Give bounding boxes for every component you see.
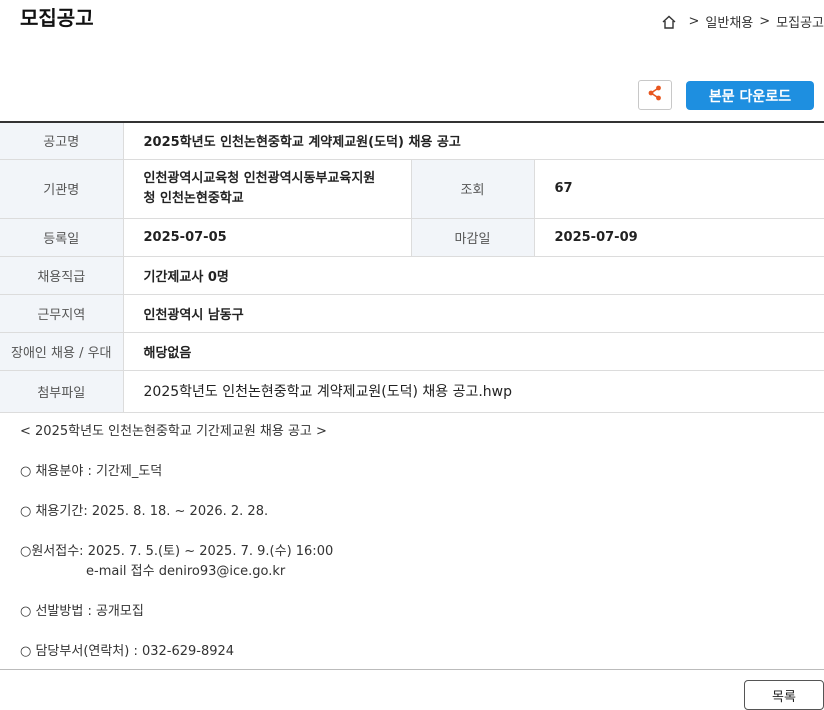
attachment-link[interactable]: 2025학년도 인천논현중학교 계약제교원(도덕) 채용 공고.hwp [123,370,824,413]
deadline-label: 마감일 [410,218,535,257]
org-label: 기관명 [0,159,124,219]
deadline-value: 2025-07-09 [534,218,824,257]
content-contact: ○ 담당부서(연락처) : 032-629-8924 [20,644,235,659]
table-row: 채용직급 기간제교사 0명 [0,256,824,295]
table-row: 기관명 인천광역시교육청 인천광역시동부교육지원 청 인천논현중학교 조회 67 [0,159,824,219]
table-row: 공고명 2025학년도 인천논현중학교 계약제교원(도덕) 채용 공고 [0,122,824,160]
disabled-label: 장애인 채용 / 우대 [0,332,124,371]
divider [0,669,824,670]
table-row: 근무지역 인천광역시 남동구 [0,294,824,333]
rank-value: 기간제교사 0명 [123,256,824,295]
reg-date-label: 등록일 [0,218,124,257]
reg-date-value: 2025-07-05 [123,218,411,257]
page-title: 모집공고 [20,6,94,30]
breadcrumb-separator: > [759,14,771,29]
org-value: 인천광역시교육청 인천광역시동부교육지원 청 인천논현중학교 [123,159,411,219]
region-value: 인천광역시 남동구 [123,294,824,333]
org-value-line2: 청 인천논현중학교 [143,190,244,206]
content-period: ○ 채용기간: 2025. 8. 18. ~ 2026. 2. 28. [20,504,269,519]
content-field: ○ 채용분야 : 기간제_도덕 [20,464,163,479]
breadcrumb-separator: > [688,14,700,29]
table-row: 첨부파일 2025학년도 인천논현중학교 계약제교원(도덕) 채용 공고.hwp [0,370,824,413]
org-value-line1: 인천광역시교육청 인천광역시동부교육지원 [143,170,376,186]
title-label: 공고명 [0,122,124,160]
download-button[interactable]: 본문 다운로드 [686,81,814,110]
table-row: 장애인 채용 / 우대 해당없음 [0,332,824,371]
views-value: 67 [534,159,824,219]
views-label: 조회 [410,159,535,219]
content-apply-email: e-mail 접수 deniro93@ice.go.kr [86,564,286,579]
share-button[interactable] [638,80,672,110]
content-heading: < 2025학년도 인천논현중학교 기간제교원 채용 공고 > [20,424,327,439]
disabled-value: 해당없음 [123,332,824,371]
content-method: ○ 선발방법 : 공개모집 [20,604,144,619]
content-apply: ○원서접수: 2025. 7. 5.(토) ~ 2025. 7. 9.(수) 1… [20,544,334,559]
breadcrumb: > 일반채용 > 모집공고 [661,12,824,31]
home-icon[interactable] [661,14,677,30]
table-row: 등록일 2025-07-05 마감일 2025-07-09 [0,218,824,257]
attachment-label: 첨부파일 [0,370,124,413]
breadcrumb-item-recruitment[interactable]: 모집공고 [776,12,824,31]
breadcrumb-item-general-hiring[interactable]: 일반채용 [705,12,753,31]
rank-label: 채용직급 [0,256,124,295]
list-button[interactable]: 목록 [744,680,824,710]
region-label: 근무지역 [0,294,124,333]
notice-content: < 2025학년도 인천논현중학교 기간제교원 채용 공고 > ○ 채용분야 :… [20,422,333,662]
title-value: 2025학년도 인천논현중학교 계약제교원(도덕) 채용 공고 [123,122,824,160]
share-icon [646,84,664,106]
info-table: 공고명 2025학년도 인천논현중학교 계약제교원(도덕) 채용 공고 기관명 … [0,121,824,413]
